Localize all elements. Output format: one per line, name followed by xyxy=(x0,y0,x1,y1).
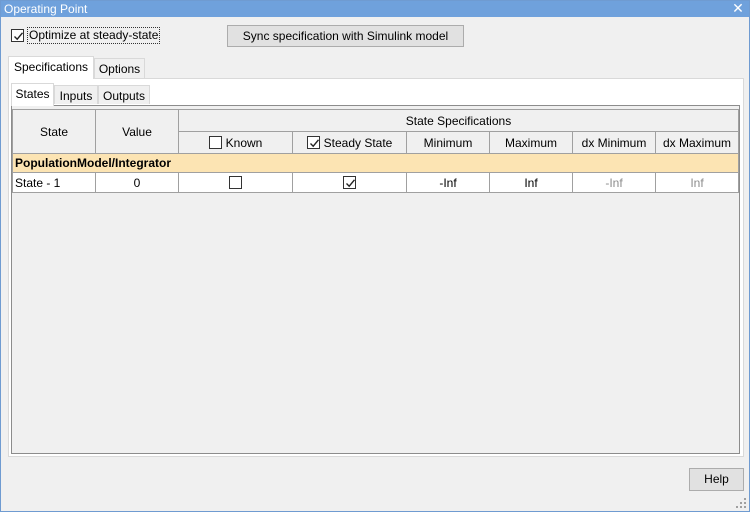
close-icon[interactable]: ✕ xyxy=(729,1,747,17)
column-header-dx-minimum[interactable]: dx Minimum xyxy=(572,131,656,154)
help-button[interactable]: Help xyxy=(689,468,744,491)
tab-options[interactable]: Options xyxy=(94,58,145,78)
optimize-checkbox[interactable] xyxy=(11,29,24,42)
column-header-maximum[interactable]: Maximum xyxy=(489,131,573,154)
steady-state-cell[interactable] xyxy=(292,172,407,193)
window-title: Operating Point xyxy=(4,2,88,16)
state-name-cell[interactable]: State - 1 xyxy=(12,172,96,193)
column-header-minimum[interactable]: Minimum xyxy=(406,131,490,154)
table-row[interactable]: State - 1 0 -Inf Inf -Inf Inf xyxy=(12,172,739,193)
dx-maximum-cell: Inf xyxy=(655,172,739,193)
column-header-state[interactable]: State xyxy=(12,109,96,154)
known-header-label: Known xyxy=(225,135,263,150)
subtab-states[interactable]: States xyxy=(11,83,54,106)
column-group-state-specifications: State Specifications xyxy=(178,109,739,132)
steady-state-checkbox[interactable] xyxy=(343,175,356,189)
operating-point-window: Operating Point ✕ Optimize at steady-sta… xyxy=(0,0,750,512)
subtab-inputs[interactable]: Inputs xyxy=(54,85,98,104)
column-header-value[interactable]: Value xyxy=(95,109,179,154)
resize-grip-icon[interactable] xyxy=(735,497,747,509)
column-header-known[interactable]: Known xyxy=(178,131,293,154)
steady-header-label: Steady State xyxy=(323,135,393,150)
state-specifications-table: State Value State Specifications Known S… xyxy=(12,109,739,193)
known-cell[interactable] xyxy=(178,172,293,193)
minimum-cell[interactable]: -Inf xyxy=(406,172,490,193)
steady-all-checkbox[interactable] xyxy=(306,135,320,149)
title-bar[interactable]: Operating Point ✕ xyxy=(1,1,749,17)
dx-minimum-cell: -Inf xyxy=(572,172,656,193)
column-header-steady-state[interactable]: Steady State xyxy=(292,131,407,154)
checkmark-icon xyxy=(309,138,319,147)
column-header-dx-maximum[interactable]: dx Maximum xyxy=(655,131,739,154)
known-all-checkbox[interactable] xyxy=(208,135,222,149)
known-checkbox[interactable] xyxy=(229,175,242,189)
block-group-row[interactable]: PopulationModel/Integrator xyxy=(12,153,739,173)
checkmark-icon xyxy=(346,178,356,187)
maximum-cell[interactable]: Inf xyxy=(489,172,573,193)
tab-specifications[interactable]: Specifications xyxy=(8,56,94,79)
optimize-label[interactable]: Optimize at steady-state xyxy=(26,27,161,44)
sync-specification-button[interactable]: Sync specification with Simulink model xyxy=(227,25,464,47)
value-cell[interactable]: 0 xyxy=(95,172,179,193)
subtab-outputs[interactable]: Outputs xyxy=(98,85,150,104)
checkmark-icon xyxy=(14,32,24,41)
